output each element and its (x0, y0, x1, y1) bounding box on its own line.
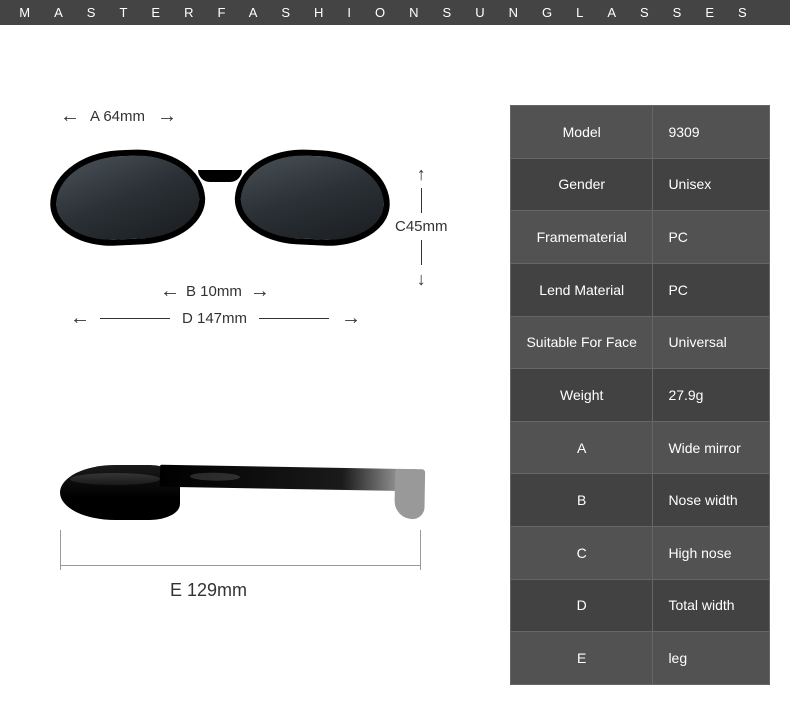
dimension-c-label: C45mm (395, 218, 448, 235)
spec-label: Gender (511, 158, 653, 211)
table-row: BNose width (511, 474, 770, 527)
spec-value: PC (653, 211, 770, 264)
spec-label: A (511, 421, 653, 474)
spec-value: High nose (653, 527, 770, 580)
table-row: CHigh nose (511, 527, 770, 580)
spec-label: Lend Material (511, 263, 653, 316)
table-row: Weight27.9g (511, 369, 770, 422)
spec-label: Framematerial (511, 211, 653, 264)
specifications-table: Model9309GenderUnisexFramematerialPCLend… (510, 105, 770, 685)
dimension-d-label: D 147mm (182, 310, 247, 327)
spec-label: Model (511, 106, 653, 159)
dimension-b: B 10mm (160, 280, 268, 303)
header-banner: MASTERFASHIONSUNGLASSES (0, 0, 790, 25)
dimension-c: ↑ C45mm ↓ (395, 165, 448, 288)
spec-value: Total width (653, 579, 770, 632)
spec-value: Unisex (653, 158, 770, 211)
spec-value: 27.9g (653, 369, 770, 422)
table-row: Lend MaterialPC (511, 263, 770, 316)
spec-value: Nose width (653, 474, 770, 527)
dimension-b-label: B 10mm (186, 283, 242, 300)
dimension-e-label: E 129mm (170, 580, 247, 601)
table-row: Suitable For FaceUniversal (511, 316, 770, 369)
table-row: Model9309 (511, 106, 770, 159)
dimension-d: D 147mm (70, 307, 359, 330)
spec-label: Suitable For Face (511, 316, 653, 369)
spec-value: Universal (653, 316, 770, 369)
dimension-a: A 64mm (60, 105, 175, 128)
spec-label: Weight (511, 369, 653, 422)
spec-label: C (511, 527, 653, 580)
table-row: Eleg (511, 632, 770, 685)
table-row: DTotal width (511, 579, 770, 632)
sunglasses-side-image (60, 435, 420, 525)
spec-value: Wide mirror (653, 421, 770, 474)
diagram-front-view: A 64mm ↑ C45mm ↓ B 10mm (20, 105, 480, 375)
diagram-area: A 64mm ↑ C45mm ↓ B 10mm (20, 105, 510, 685)
header-title: MASTERFASHIONSUNGLASSES (19, 5, 770, 20)
table-row: AWide mirror (511, 421, 770, 474)
spec-value: 9309 (653, 106, 770, 159)
sunglasses-front-image (50, 150, 390, 260)
spec-label: E (511, 632, 653, 685)
table-row: FramematerialPC (511, 211, 770, 264)
spec-label: B (511, 474, 653, 527)
spec-value: PC (653, 263, 770, 316)
dimension-a-label: A 64mm (90, 108, 145, 125)
spec-value: leg (653, 632, 770, 685)
diagram-side-view: E 129mm (20, 435, 480, 685)
table-row: GenderUnisex (511, 158, 770, 211)
spec-label: D (511, 579, 653, 632)
content-area: A 64mm ↑ C45mm ↓ B 10mm (0, 25, 790, 705)
